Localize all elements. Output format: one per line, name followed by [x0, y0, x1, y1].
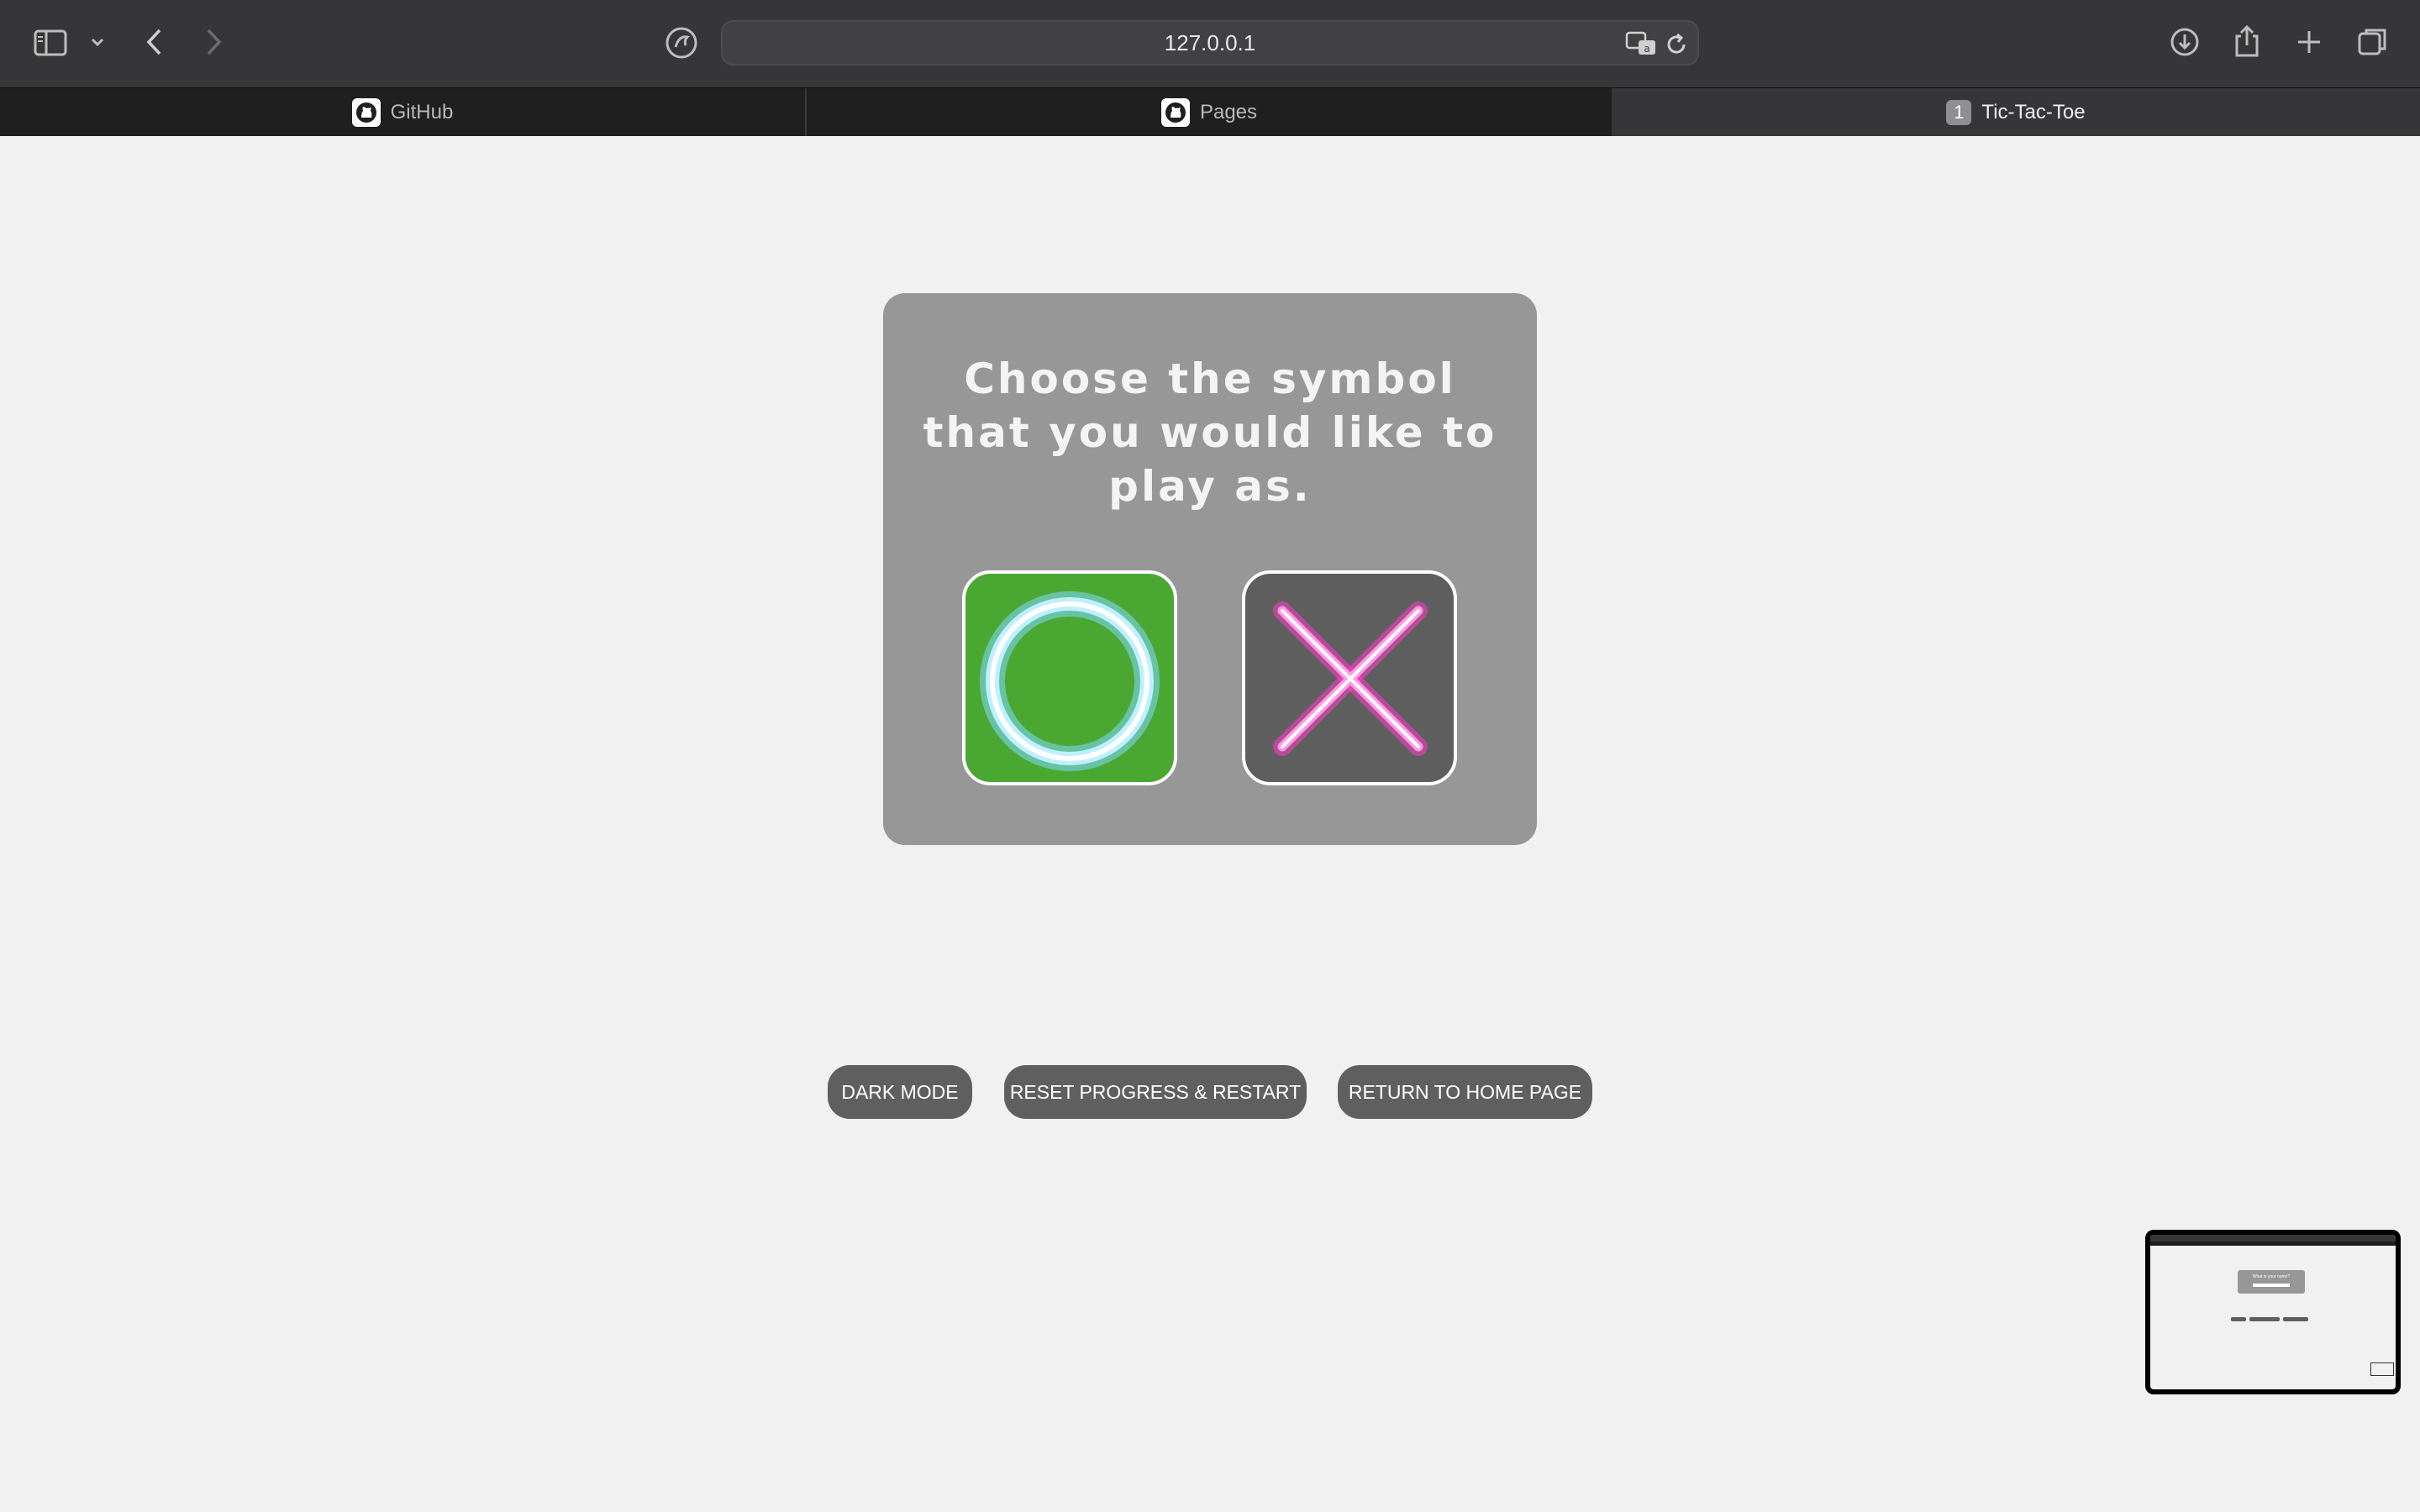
preview-input	[2253, 1284, 2290, 1287]
symbol-choice-dialog: Choose the symbol that you would like to…	[883, 293, 1537, 845]
privacy-report-icon[interactable]	[664, 25, 699, 60]
preview-tabbar	[2150, 1242, 2396, 1246]
translate-icon[interactable]: a	[1625, 30, 1659, 57]
circle-o-icon	[980, 591, 1160, 771]
preview-button	[2249, 1317, 2280, 1321]
reset-progress-button[interactable]: RESET PROGRESS & RESTART	[1004, 1065, 1307, 1119]
tab-label: Pages	[1199, 100, 1258, 123]
svg-text:a: a	[1644, 43, 1649, 55]
choose-x-button[interactable]	[1242, 570, 1457, 785]
browser-toolbar: 127.0.0.1 a	[0, 0, 2420, 87]
cross-x-icon	[1273, 601, 1428, 756]
tab-overview-icon[interactable]	[2356, 25, 2390, 59]
url-text[interactable]: 127.0.0.1	[723, 22, 1697, 64]
tab-label: Tic-Tac-Toe	[1981, 100, 2086, 123]
preview-button	[2231, 1317, 2246, 1321]
tab-github[interactable]: GitHub	[0, 88, 805, 136]
download-icon[interactable]	[2168, 25, 2202, 59]
page-preview-thumbnail[interactable]: What is your name?	[2145, 1230, 2401, 1394]
new-tab-icon[interactable]	[2294, 27, 2324, 57]
address-bar[interactable]: 127.0.0.1 a	[721, 20, 1699, 66]
tab-badge: 1	[1946, 99, 1972, 125]
dialog-title: Choose the symbol that you would like to…	[923, 354, 1497, 511]
dark-mode-button[interactable]: DARK MODE	[828, 1065, 972, 1119]
github-icon	[351, 97, 381, 127]
sidebar-toggle-icon[interactable]	[34, 29, 69, 57]
choose-o-button[interactable]	[962, 570, 1177, 785]
preview-dialog: What is your name?	[2238, 1270, 2305, 1294]
tab-pages[interactable]: Pages	[807, 88, 1612, 136]
tab-bar: GitHub Pages 1 Tic-Tac-Toe	[0, 87, 2420, 136]
forward-icon[interactable]	[200, 27, 227, 57]
back-icon[interactable]	[141, 27, 168, 57]
share-icon[interactable]	[2232, 24, 2262, 59]
preview-button	[2283, 1317, 2308, 1321]
tab-tic-tac-toe[interactable]: 1 Tic-Tac-Toe	[1612, 88, 2420, 136]
chevron-down-icon[interactable]	[87, 32, 108, 52]
return-home-button[interactable]: RETURN TO HOME PAGE	[1338, 1065, 1592, 1119]
github-icon	[1160, 97, 1190, 127]
preview-dialog-text: What is your name?	[2252, 1274, 2291, 1279]
reload-icon[interactable]	[1664, 32, 1689, 57]
preview-toolbar	[2150, 1235, 2396, 1242]
preview-content: What is your name?	[2150, 1235, 2396, 1389]
tab-label: GitHub	[390, 100, 454, 123]
preview-mini-thumbnail	[2370, 1362, 2394, 1376]
